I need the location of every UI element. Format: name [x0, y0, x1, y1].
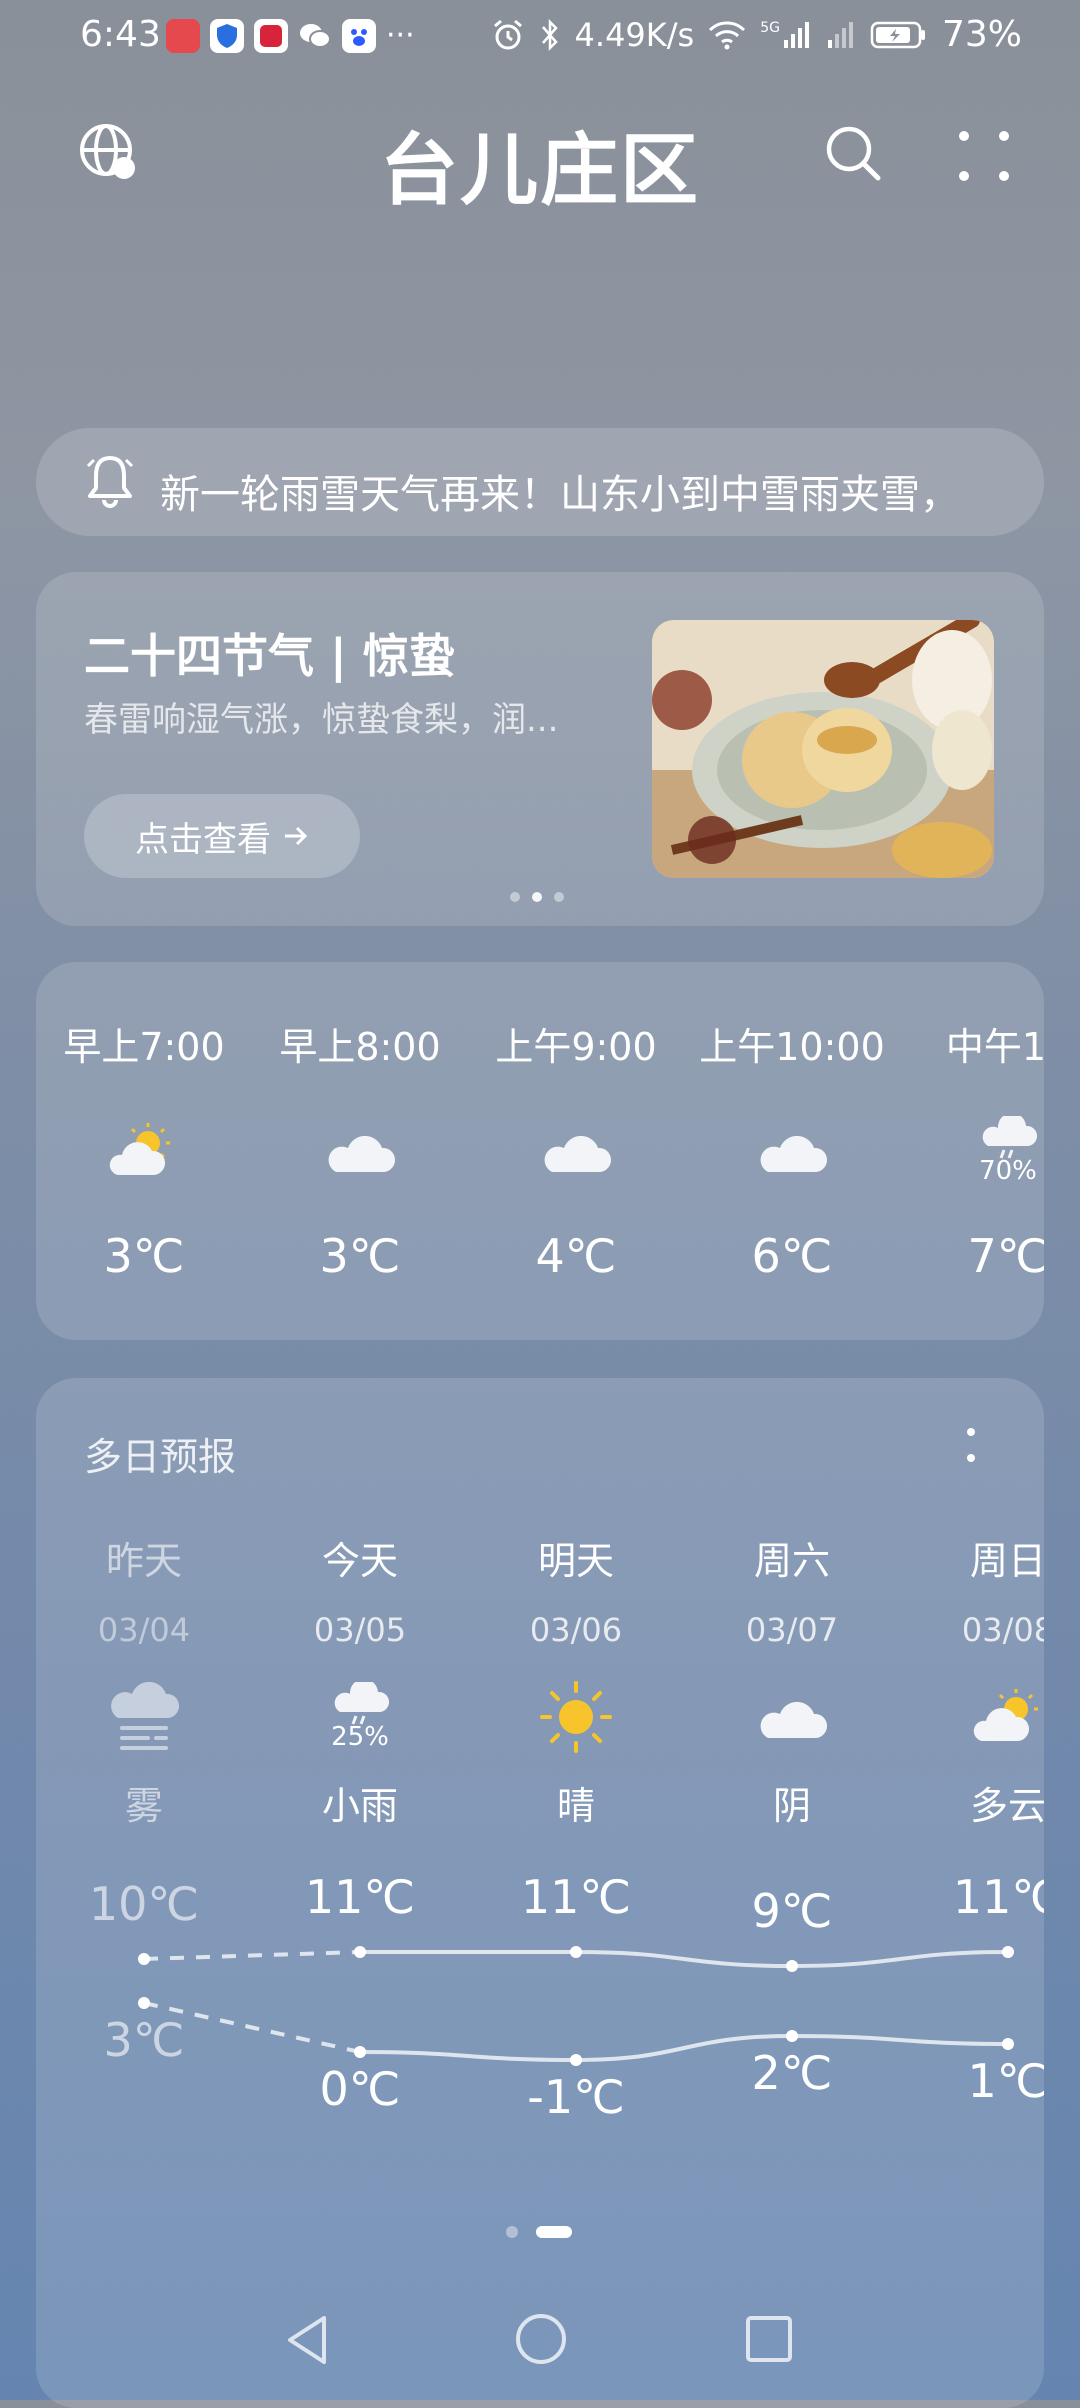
hour-temp: 7℃ — [967, 1229, 1044, 1283]
hour-temp: 4℃ — [535, 1229, 617, 1283]
back-icon[interactable] — [282, 2312, 332, 2372]
solar-term-title: 二十四节气 | 惊蛰 — [84, 629, 455, 683]
hour-time: 上午10:00 — [699, 1025, 885, 1069]
status-right: 4.49K/s 5G 73% — [491, 14, 1022, 55]
shopping-app-icon — [254, 18, 288, 53]
status-bar: 6:43 ··· 4.49K/s 5G 73% — [0, 0, 1080, 72]
view-details-button[interactable]: 点击查看 — [84, 794, 360, 878]
page-dot-active — [536, 2226, 572, 2238]
bell-icon — [84, 452, 136, 512]
temp-point — [138, 1953, 150, 1965]
system-navigation-bar — [0, 2290, 1080, 2400]
cloudy-icon — [692, 1101, 892, 1201]
low-temp-label: 3℃ — [103, 2013, 185, 2067]
hour-precip: 70% — [979, 1156, 1037, 1186]
arrow-right-icon — [285, 826, 308, 846]
recents-icon[interactable] — [744, 2314, 794, 2368]
more-icon[interactable] — [956, 128, 1012, 188]
high-temp-line — [360, 1950, 1009, 1969]
bluetooth-icon — [541, 18, 558, 51]
carousel-indicator — [510, 892, 564, 902]
signal-icon-2 — [827, 21, 853, 48]
signal-icon — [783, 21, 809, 48]
hour-item: 上午9:00 4℃ — [476, 1016, 676, 1283]
temp-point — [786, 2030, 798, 2042]
hour-time: 早上7:00 — [63, 1025, 225, 1069]
home-icon[interactable] — [514, 2312, 568, 2370]
shield-app-icon — [210, 18, 244, 53]
temp-point — [786, 1960, 798, 1972]
temp-point — [138, 1997, 150, 2009]
cloudy-icon — [260, 1101, 460, 1201]
temp-point — [1002, 1946, 1014, 1958]
battery-percent: 73% — [941, 14, 1022, 55]
carousel-dot — [554, 892, 564, 902]
high-temp-label: 9℃ — [751, 1884, 833, 1938]
hour-time: 上午9:00 — [495, 1025, 657, 1069]
high-temp-label: 11℃ — [304, 1870, 416, 1924]
rain-icon: 70% — [908, 1101, 1044, 1201]
page-dot — [506, 2226, 518, 2238]
page-title: 台儿庄区 — [379, 126, 700, 216]
baidu-app-icon — [342, 18, 376, 53]
huawei-app-icon — [166, 18, 200, 53]
hour-item: 中午11 70% 7℃ — [908, 1016, 1044, 1283]
hour-temp: 3℃ — [319, 1229, 401, 1283]
daily-forecast-card[interactable]: 多日预报 昨天 03/04 雾 今天 03/05 25% 小雨 明天 03/06… — [36, 1378, 1044, 2408]
battery-icon — [870, 21, 925, 48]
pear-dessert-image — [652, 620, 994, 878]
temp-point — [570, 2054, 582, 2066]
hour-item: 早上7:00 3℃ — [44, 1016, 244, 1283]
more-notifications: ··· — [386, 18, 415, 53]
high-temp-label: 10℃ — [88, 1877, 200, 1931]
view-details-label: 点击查看 — [135, 819, 271, 860]
high-temp-label: 11℃ — [520, 1870, 632, 1924]
network-speed: 4.49K/s — [574, 15, 695, 54]
solar-term-subtitle: 春雷响湿气涨，惊蛰食梨，润... — [84, 700, 559, 740]
hour-item: 早上8:00 3℃ — [260, 1016, 460, 1283]
low-temp-label: -1℃ — [527, 2070, 625, 2124]
alert-text: 新一轮雨雪天气再来！山东小到中雪雨夹雪， — [160, 472, 960, 518]
status-time: 6:43 — [80, 14, 161, 55]
hourly-forecast-card[interactable]: 早上7:00 3℃ 早上8:00 3℃ 上午9:00 4℃ 上午10:00 6℃… — [36, 962, 1044, 1340]
low-temp-label: 0℃ — [319, 2062, 401, 2116]
hour-temp: 3℃ — [103, 1229, 185, 1283]
high-temp-line-past — [143, 1950, 361, 1961]
search-icon[interactable] — [824, 124, 884, 188]
temp-point — [354, 1946, 366, 1958]
hour-temp: 6℃ — [751, 1229, 833, 1283]
5g-label: 5G — [760, 19, 780, 36]
low-temp-label: 2℃ — [751, 2046, 833, 2100]
carousel-dot — [510, 892, 520, 902]
wifi-icon — [709, 20, 746, 49]
partly-sunny-icon — [44, 1101, 244, 1201]
high-temp-label: 11℃ — [952, 1870, 1044, 1924]
wechat-icon — [298, 19, 332, 53]
hour-item: 上午10:00 6℃ — [692, 1016, 892, 1283]
alarm-icon — [493, 19, 522, 49]
page-indicator — [506, 2226, 572, 2238]
hour-time: 中午11 — [945, 1025, 1044, 1069]
hour-time: 早上8:00 — [279, 1025, 441, 1069]
notification-icons: ··· — [166, 18, 415, 53]
cloudy-icon — [476, 1101, 676, 1201]
low-temp-label: 1℃ — [967, 2054, 1044, 2108]
temp-point — [1002, 2038, 1014, 2050]
carousel-dot-active — [532, 892, 542, 902]
temp-point — [570, 1946, 582, 1958]
temp-point — [354, 2046, 366, 2058]
